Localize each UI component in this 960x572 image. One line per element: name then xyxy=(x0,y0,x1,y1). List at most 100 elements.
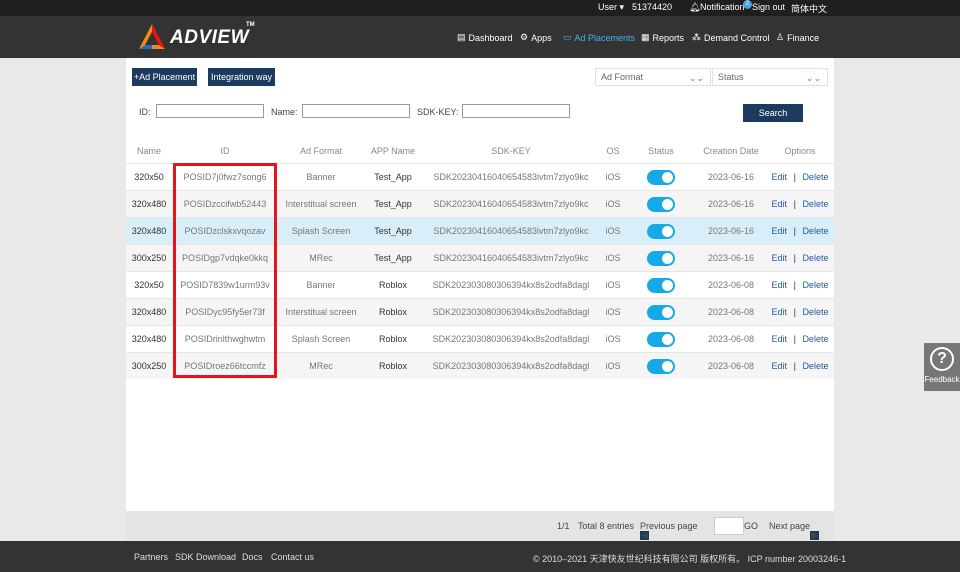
col-status: Status xyxy=(648,146,674,156)
footer-link-partners[interactable]: Partners xyxy=(134,552,168,562)
cell-sdk-key: SDK202303080306394kx8s2odfa8dagl xyxy=(432,334,590,344)
footer-link-docs[interactable]: Docs xyxy=(242,552,263,562)
edit-link[interactable]: Edit xyxy=(772,334,788,344)
cell-creation-date: 2023-06-08 xyxy=(707,280,755,290)
footer: Partners SDK Download Docs Contact us © … xyxy=(0,541,960,572)
cell-name: 320x480 xyxy=(131,334,167,344)
cell-app-name: Test_App xyxy=(374,253,412,263)
cell-ad-format: Banner xyxy=(306,280,336,290)
status-toggle[interactable] xyxy=(647,278,675,293)
cell-sdk-key: SDK202303080306394kx8s2odfa8dagl xyxy=(432,280,590,290)
delete-link[interactable]: Delete xyxy=(802,361,828,371)
nav-reports[interactable]: ▦ Reports xyxy=(641,32,684,43)
col-app-name: APP Name xyxy=(370,146,416,156)
cell-os: iOS xyxy=(605,199,621,209)
cell-name: 320x50 xyxy=(134,172,164,182)
cell-name: 320x480 xyxy=(131,199,167,209)
status-toggle[interactable] xyxy=(647,332,675,347)
chevron-down-icon: ⌄⌄ xyxy=(805,73,821,83)
cell-app-name: Roblox xyxy=(378,334,407,344)
document-icon: ▤ xyxy=(457,32,466,42)
nav-ad-placements[interactable]: ▭ Ad Placements xyxy=(563,32,635,43)
edit-link[interactable]: Edit xyxy=(772,361,788,371)
delete-link[interactable]: Delete xyxy=(802,226,828,236)
col-name: Name xyxy=(136,146,161,156)
cell-ad-format: MRec xyxy=(309,361,333,371)
ad-format-select[interactable]: Ad Format ⌄⌄ xyxy=(595,68,711,86)
cell-app-name: Test_App xyxy=(374,226,412,236)
search-button[interactable]: Search xyxy=(743,104,803,122)
nav-finance[interactable]: ♙ Finance xyxy=(776,32,819,43)
feedback-button[interactable]: ? Feedback xyxy=(924,343,960,391)
page-number-input[interactable] xyxy=(714,517,744,535)
previous-page-button[interactable]: ◀ Previous page xyxy=(640,521,698,540)
cell-options: Edit | Delete xyxy=(766,245,834,272)
cell-os: iOS xyxy=(605,172,621,182)
edit-link[interactable]: Edit xyxy=(772,253,788,263)
delete-link[interactable]: Delete xyxy=(802,253,828,263)
name-input[interactable] xyxy=(302,104,410,118)
status-toggle[interactable] xyxy=(647,359,675,374)
language-switch[interactable]: 简体中文 xyxy=(791,2,827,15)
footer-link-contact[interactable]: Contact us xyxy=(271,552,314,562)
name-label: Name: xyxy=(271,107,298,117)
pagination: 1/1 Total 8 entries ◀ Previous page GO N… xyxy=(126,511,834,541)
col-options: Options xyxy=(784,146,816,156)
cell-options: Edit | Delete xyxy=(766,164,834,191)
status-toggle[interactable] xyxy=(647,170,675,185)
option-separator: | xyxy=(793,307,796,317)
go-button[interactable]: GO xyxy=(744,521,758,531)
status-toggle[interactable] xyxy=(647,224,675,239)
delete-link[interactable]: Delete xyxy=(802,172,828,182)
nav-dashboard[interactable]: ▤ Dashboard xyxy=(457,32,513,43)
col-ad-format: Ad Format xyxy=(299,146,342,156)
total-entries: Total 8 entries xyxy=(578,521,635,531)
option-separator: | xyxy=(793,253,796,263)
delete-link[interactable]: Delete xyxy=(802,334,828,344)
footer-link-sdk-download[interactable]: SDK Download xyxy=(175,552,236,562)
user-menu[interactable]: User ▾ xyxy=(598,2,624,13)
arrow-left-icon: ◀ xyxy=(640,530,649,540)
top-bar: User ▾ 51374420 🔔︎ Notification 2 Sign o… xyxy=(0,0,960,16)
sdk-key-input[interactable] xyxy=(462,104,570,118)
cell-sdk-key: SDK202303080306394kx8s2odfa8dagl xyxy=(432,307,590,317)
cell-options: Edit | Delete xyxy=(766,299,834,326)
cell-sdk-key: SDK20230416040654583ivtm7zlyo9kc xyxy=(433,199,589,209)
cell-app-name: Roblox xyxy=(378,280,407,290)
cell-sdk-key: SDK20230416040654583ivtm7zlyo9kc xyxy=(433,226,589,236)
signout-link[interactable]: Sign out xyxy=(752,2,785,12)
person-icon: ♙ xyxy=(776,32,785,42)
add-placement-button[interactable]: +Ad Placement xyxy=(132,68,197,86)
edit-link[interactable]: Edit xyxy=(772,226,788,236)
cell-name: 320x480 xyxy=(131,307,167,317)
cell-creation-date: 2023-06-16 xyxy=(707,253,755,263)
delete-link[interactable]: Delete xyxy=(802,307,828,317)
annotation-highlight-box xyxy=(173,163,277,378)
nav-apps[interactable]: ⚙ Apps xyxy=(520,32,552,43)
bell-icon[interactable]: 🔔︎ xyxy=(689,2,700,13)
status-toggle[interactable] xyxy=(647,251,675,266)
cell-creation-date: 2023-06-16 xyxy=(707,172,755,182)
status-toggle[interactable] xyxy=(647,305,675,320)
delete-link[interactable]: Delete xyxy=(802,280,828,290)
option-separator: | xyxy=(793,226,796,236)
next-page-button[interactable]: Next page ▶ xyxy=(769,521,820,540)
cell-options: Edit | Delete xyxy=(766,353,834,380)
notification-link[interactable]: Notification xyxy=(700,2,745,12)
cell-app-name: Test_App xyxy=(374,172,412,182)
integration-way-button[interactable]: Integration way xyxy=(208,68,275,86)
edit-link[interactable]: Edit xyxy=(772,172,788,182)
edit-link[interactable]: Edit xyxy=(772,280,788,290)
chevron-down-icon: ⌄⌄ xyxy=(688,73,704,83)
edit-link[interactable]: Edit xyxy=(772,307,788,317)
delete-link[interactable]: Delete xyxy=(802,199,828,209)
logo[interactable]: ADVIEW TM xyxy=(138,20,255,54)
status-select[interactable]: Status ⌄⌄ xyxy=(712,68,828,86)
cell-sdk-key: SDK20230416040654583ivtm7zlyo9kc xyxy=(433,172,589,182)
edit-link[interactable]: Edit xyxy=(772,199,788,209)
nav-demand-control[interactable]: ⁂ Demand Control xyxy=(692,32,770,43)
col-sdk-key: SDK-KEY xyxy=(491,146,531,156)
id-input[interactable] xyxy=(156,104,264,118)
table-icon: ▦ xyxy=(641,32,650,42)
status-toggle[interactable] xyxy=(647,197,675,212)
